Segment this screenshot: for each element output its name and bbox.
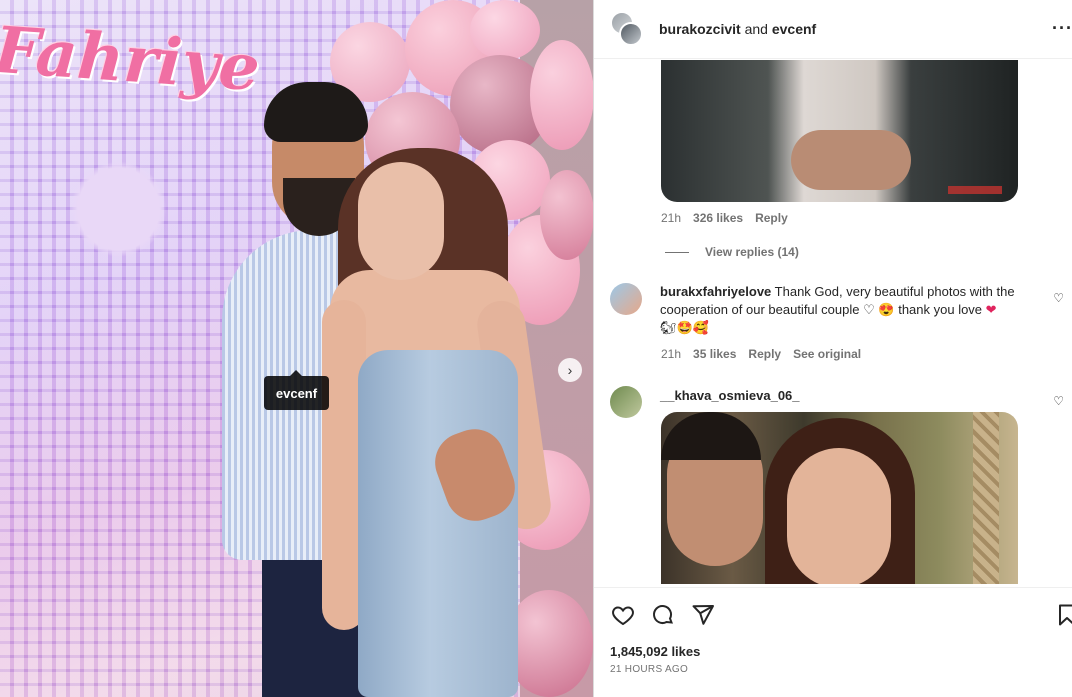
comment-text: Thank God, very beautiful photos with th…	[774, 284, 1015, 299]
share-button[interactable]	[690, 602, 716, 628]
fahriye-sign: Fahriye	[0, 12, 263, 107]
comment-meta: 21h 326 likes Reply	[661, 211, 788, 225]
comment-time: 21h	[661, 211, 682, 225]
media-rope	[973, 412, 999, 584]
save-button[interactable]	[1054, 602, 1072, 628]
balloon	[540, 170, 593, 260]
author-conjunction: and	[744, 21, 768, 37]
comment-time: 21h	[661, 347, 682, 361]
post-authors: burakozcivit and evcenf	[659, 21, 816, 37]
like-comment-heart-icon[interactable]: ♡	[1053, 394, 1064, 408]
denim-dress	[358, 350, 518, 697]
post-timestamp: 21 HOURS AGO	[610, 664, 689, 675]
balloon	[505, 590, 593, 697]
post-header: burakozcivit and evcenf ···	[594, 0, 1072, 59]
heart-icon	[612, 606, 634, 626]
share-icon	[692, 605, 714, 625]
comment-media[interactable]	[661, 60, 1018, 202]
bookmark-icon	[1059, 604, 1072, 626]
post-likes[interactable]: 1,845,092 likes	[610, 644, 700, 659]
avatar	[619, 22, 643, 46]
heart-eyes-emoji: 😍	[878, 302, 895, 317]
reply-button[interactable]: Reply	[755, 211, 788, 225]
comment-text: thank you love	[898, 302, 983, 317]
comment-icon	[653, 605, 674, 624]
comment-text: cooperation of our beautiful couple	[660, 302, 860, 317]
media-watermark	[948, 186, 1002, 194]
divider	[665, 251, 689, 253]
post-photo[interactable]: Fahriye › evcenf	[0, 0, 593, 697]
view-replies-button[interactable]: View replies (14)	[665, 245, 799, 259]
like-comment-heart-icon[interactable]: ♡	[1053, 291, 1064, 305]
like-button[interactable]	[610, 602, 636, 628]
comment-button[interactable]	[650, 602, 676, 628]
see-original-button[interactable]: See original	[793, 347, 861, 361]
comment-meta: 21h 35 likes Reply See original	[661, 347, 861, 361]
avatar[interactable]	[610, 386, 642, 418]
user-tag[interactable]: evcenf	[264, 370, 329, 410]
comment-media[interactable]	[661, 412, 1018, 584]
comment-likes[interactable]: 35 likes	[693, 347, 736, 361]
white-heart-emoji: ♡	[863, 302, 875, 317]
comment-body: burakxfahriyelove Thank God, very beauti…	[660, 283, 1015, 337]
comment-username[interactable]: __khava_osmieva_06_	[660, 388, 800, 403]
more-horizontal-icon: ···	[1052, 18, 1072, 38]
avatar[interactable]	[610, 283, 642, 315]
reply-button[interactable]: Reply	[748, 347, 781, 361]
author-link[interactable]: burakozcivit	[659, 21, 741, 37]
media-face	[787, 448, 891, 584]
next-photo-button[interactable]: ›	[558, 358, 582, 382]
media-hair	[661, 412, 761, 460]
post-actions-bar: 1,845,092 likes 21 HOURS AGO	[594, 587, 1072, 697]
emoji-group: 🐿🤩🥰	[660, 320, 709, 335]
balloon	[470, 0, 540, 60]
more-options-button[interactable]: ···	[1052, 18, 1072, 39]
comment-likes[interactable]: 326 likes	[693, 211, 743, 225]
woman-face	[358, 162, 444, 280]
collab-avatars[interactable]	[610, 11, 646, 47]
comment: burakxfahriyelove Thank God, very beauti…	[610, 283, 1064, 337]
media-hands	[791, 130, 911, 190]
chevron-right-icon: ›	[567, 362, 573, 378]
red-heart-emoji: ❤	[985, 302, 997, 317]
user-tag-label: evcenf	[275, 385, 318, 401]
post-details-panel: burakozcivit and evcenf ··· 21h 326 like…	[593, 0, 1072, 697]
comment-username[interactable]: burakxfahriyelove	[660, 284, 771, 299]
balloon	[530, 40, 593, 150]
view-replies-label: View replies (14)	[705, 245, 799, 259]
author-link[interactable]: evcenf	[772, 21, 816, 37]
